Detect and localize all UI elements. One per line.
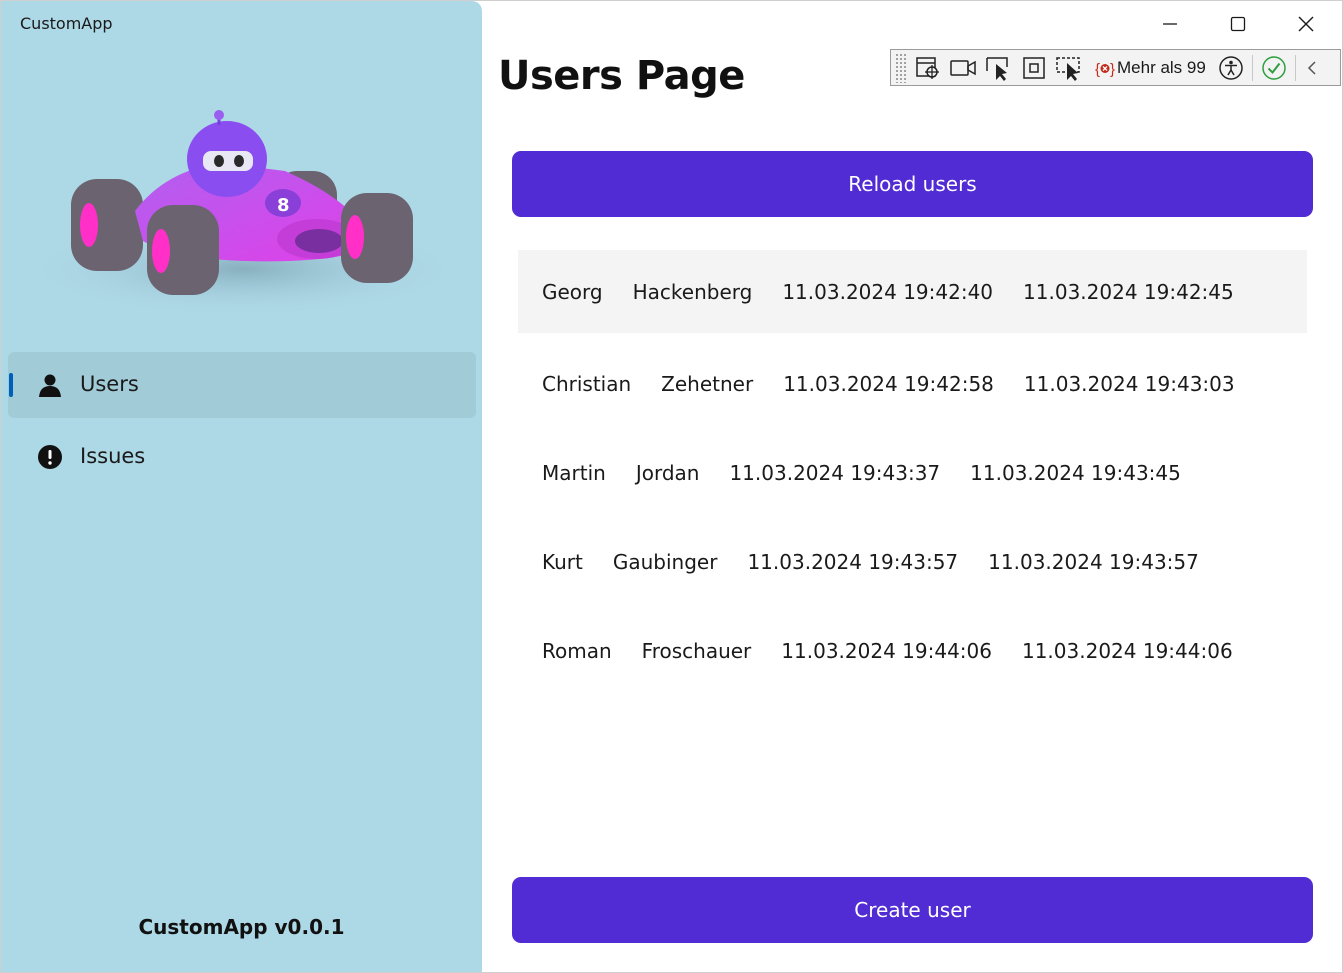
checkmark-icon [1262, 55, 1286, 80]
user-list: Georg Hackenberg 11.03.2024 19:42:40 11.… [518, 250, 1307, 695]
toolbar-separator [1251, 54, 1253, 81]
drag-grip[interactable] [895, 52, 907, 83]
user-updated: 11.03.2024 19:43:03 [1023, 371, 1235, 396]
version-label: CustomApp v0.0.1 [138, 915, 345, 939]
user-first-name: Roman [542, 638, 612, 663]
user-created: 11.03.2024 19:44:06 [781, 638, 992, 663]
user-last-name: Froschauer [641, 638, 752, 663]
select-element-icon [986, 56, 1008, 81]
accessibility-icon [1219, 55, 1243, 80]
video-camera-icon [950, 59, 976, 76]
maximize-icon [1230, 16, 1246, 32]
record-button[interactable] [949, 53, 977, 83]
minimize-icon [1163, 23, 1177, 25]
list-item[interactable]: Martin Jordan 11.03.2024 19:43:37 11.03.… [518, 428, 1307, 517]
user-first-name: Kurt [542, 549, 583, 574]
user-first-name: Georg [542, 279, 603, 304]
binding-error-icon: { } [1095, 61, 1115, 78]
collapse-toolbar-button[interactable] [1304, 53, 1320, 83]
nav-item-label: Users [80, 372, 139, 396]
binding-errors-button[interactable]: { } Mehr als 99 [1095, 58, 1206, 78]
track-focus-button[interactable] [1055, 53, 1083, 83]
layout-adorners-button[interactable] [1021, 53, 1047, 83]
user-updated: 11.03.2024 19:42:45 [1023, 279, 1234, 304]
close-button[interactable] [1272, 1, 1340, 47]
user-updated: 11.03.2024 19:43:57 [988, 549, 1199, 574]
user-first-name: Christian [542, 371, 632, 396]
maximize-button[interactable] [1204, 1, 1272, 47]
user-last-name: Hackenberg [632, 279, 753, 304]
user-last-name: Gaubinger [612, 549, 718, 574]
visual-tree-icon [916, 56, 939, 79]
user-updated: 11.03.2024 19:43:45 [970, 460, 1181, 485]
reload-users-button[interactable]: Reload users [512, 151, 1313, 217]
user-created: 11.03.2024 19:42:40 [782, 279, 994, 304]
nav-item-label: Issues [80, 444, 146, 468]
window-title: CustomApp [20, 14, 113, 33]
list-item[interactable]: Kurt Gaubinger 11.03.2024 19:43:57 11.03… [518, 517, 1307, 606]
list-item[interactable]: Christian Zehetner 11.03.2024 19:42:58 1… [518, 339, 1307, 428]
user-first-name: Martin [542, 460, 606, 485]
user-updated: 11.03.2024 19:44:06 [1021, 638, 1233, 663]
select-element-button[interactable] [985, 53, 1013, 83]
accessibility-checker-button[interactable] [1261, 53, 1287, 83]
list-item[interactable]: Georg Hackenberg 11.03.2024 19:42:40 11.… [518, 250, 1307, 333]
accessibility-button[interactable] [1218, 53, 1244, 83]
svg-text:}: } [1110, 61, 1115, 78]
live-visual-tree-button[interactable] [915, 53, 941, 83]
user-created: 11.03.2024 19:43:57 [747, 549, 959, 574]
svg-text:8: 8 [277, 195, 290, 216]
binding-errors-count: Mehr als 99 [1117, 57, 1206, 77]
app-window: CustomApp 8 Users Issues CustomApp v0.0.… [0, 0, 1343, 973]
close-icon [1298, 16, 1314, 32]
exclamation-icon [38, 445, 62, 469]
create-user-button[interactable]: Create user [512, 877, 1313, 943]
minimize-button[interactable] [1136, 1, 1204, 47]
person-icon [39, 374, 61, 397]
nav-item-issues[interactable]: Issues [8, 424, 476, 490]
chevron-left-icon [1307, 60, 1316, 75]
page-title: Users Page [498, 53, 745, 99]
nav-item-users[interactable]: Users [8, 352, 476, 418]
toolbar-separator [1294, 54, 1296, 81]
user-last-name: Zehetner [661, 371, 754, 396]
list-item[interactable]: Roman Froschauer 11.03.2024 19:44:06 11.… [518, 606, 1307, 695]
race-car-logo: 8 [21, 110, 465, 317]
user-last-name: Jordan [635, 460, 700, 485]
sidebar: CustomApp 8 Users Issues CustomApp v0.0.… [1, 1, 482, 972]
debug-toolbar: { } Mehr als 99 [890, 49, 1341, 86]
track-focus-icon [1056, 56, 1080, 81]
user-created: 11.03.2024 19:43:37 [729, 460, 941, 485]
selection-indicator [9, 373, 13, 397]
user-created: 11.03.2024 19:42:58 [783, 371, 994, 396]
layout-adorners-icon [1023, 56, 1045, 79]
svg-text:{: { [1095, 61, 1100, 78]
